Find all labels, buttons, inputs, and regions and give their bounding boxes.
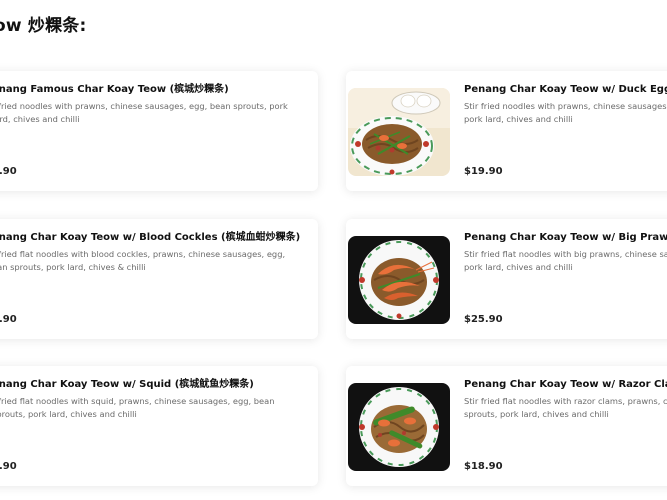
menu-item-card[interactable]: enang Char Koay Teow w/ Blood Cockles (槟… <box>0 219 318 339</box>
menu-item-image <box>348 88 450 176</box>
menu-item-image <box>348 236 450 324</box>
menu-item-name: Penang Char Koay Teow w/ Razor Clams ( <box>464 379 667 390</box>
menu-item-name: Penang Char Koay Teow w/ Duck Egg (槟城 <box>464 84 667 95</box>
menu-item-description: Stir fried flat noodles with razor clams… <box>464 396 667 419</box>
menu-item-description: r fried flat noodles with squid, prawns,… <box>0 396 275 419</box>
menu-item-info: enang Char Koay Teow w/ Squid (槟城鱿鱼炒粿条) … <box>0 378 318 420</box>
menu-item-description: r fried noodles with prawns, chinese sau… <box>0 101 288 124</box>
big-prawn-plate-icon <box>348 236 450 324</box>
menu-item-card[interactable]: Penang Char Koay Teow w/ Duck Egg (槟城 St… <box>346 71 667 191</box>
menu-item-price: 7.90 <box>0 166 17 177</box>
menu-item-price: $25.90 <box>464 314 503 325</box>
menu-item-price: $18.90 <box>464 461 503 472</box>
menu-item-card[interactable]: enang Char Koay Teow w/ Squid (槟城鱿鱼炒粿条) … <box>0 366 318 486</box>
menu-item-card[interactable]: Penang Char Koay Teow w/ Razor Clams ( S… <box>346 366 667 486</box>
menu-item-info: Penang Char Koay Teow w/ Razor Clams ( S… <box>464 378 667 420</box>
menu-item-image <box>348 383 450 471</box>
menu-item-card[interactable]: Penang Char Koay Teow w/ Big Prawns (槟 S… <box>346 219 667 339</box>
duck-egg-noodle-plate-icon <box>348 88 450 176</box>
menu-item-price: 9.90 <box>0 314 17 325</box>
menu-item-info: Penang Char Koay Teow w/ Duck Egg (槟城 St… <box>464 83 667 125</box>
menu-item-info: enang Char Koay Teow w/ Blood Cockles (槟… <box>0 231 318 273</box>
menu-item-name: Penang Char Koay Teow w/ Big Prawns (槟 <box>464 232 667 243</box>
menu-item-description: Stir fried flat noodles with big prawns,… <box>464 249 667 272</box>
menu-item-price: 7.90 <box>0 461 17 472</box>
razor-clam-noodle-plate-icon <box>348 383 450 471</box>
menu-item-info: Penang Char Koay Teow w/ Big Prawns (槟 S… <box>464 231 667 273</box>
menu-item-description: Stir fried noodles with prawns, chinese … <box>464 101 667 124</box>
section-title: ow 炒粿条: <box>0 16 87 36</box>
menu-item-name: enang Char Koay Teow w/ Squid (槟城鱿鱼炒粿条) <box>0 379 254 390</box>
menu-item-info: enang Famous Char Koay Teow (槟城炒粿条) r fr… <box>0 83 318 125</box>
menu-item-price: $19.90 <box>464 166 503 177</box>
menu-item-description: r fried flat noodles with blood cockles,… <box>0 249 286 272</box>
menu-item-card[interactable]: enang Famous Char Koay Teow (槟城炒粿条) r fr… <box>0 71 318 191</box>
menu-item-name: enang Famous Char Koay Teow (槟城炒粿条) <box>0 84 229 95</box>
menu-item-name: enang Char Koay Teow w/ Blood Cockles (槟… <box>0 232 301 243</box>
